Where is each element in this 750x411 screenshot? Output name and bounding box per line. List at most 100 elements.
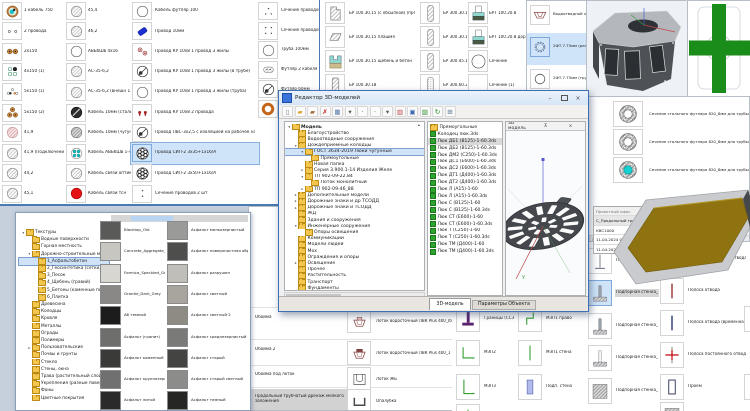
- close-icon[interactable]: ×: [558, 124, 583, 129]
- bullet-1-icon[interactable]: ·: [357, 106, 368, 117]
- chevron-right-icon[interactable]: ▸: [27, 346, 32, 350]
- file-list-item[interactable]: Люк СТ (Е600)-1-60.3ds: [428, 221, 503, 228]
- texture-thumb[interactable]: [100, 328, 121, 347]
- file-list-item[interactable]: Люк ТМ (Д400)-1-60: [428, 241, 503, 248]
- texture-thumb[interactable]: [100, 370, 121, 389]
- viewport-3d[interactable]: 3D модель ⊼ × y: [505, 121, 586, 296]
- lgr-icon[interactable]: [456, 340, 480, 366]
- texture-thumb[interactable]: [167, 264, 188, 283]
- tree-item[interactable]: 1_Асфальтобетон: [19, 258, 109, 265]
- tree-item[interactable]: Стекло: [19, 359, 109, 366]
- view-list-icon[interactable]: ▦: [332, 106, 343, 117]
- texture-thumb[interactable]: [167, 370, 188, 389]
- texture-thumb[interactable]: [100, 242, 121, 261]
- texture-thumb[interactable]: [167, 391, 188, 410]
- maximize-icon[interactable]: [557, 92, 571, 104]
- file-list-item[interactable]: Колодец люк.3ds: [428, 131, 503, 138]
- tree-item[interactable]: Водные поверхности: [19, 236, 109, 243]
- tree-item[interactable]: Стены, окна: [19, 366, 109, 373]
- tree-item[interactable]: ▾Дорожно-строительные материалы: [19, 251, 109, 258]
- tree-item[interactable]: Фундаменты: [285, 285, 425, 291]
- texture-thumb[interactable]: [100, 285, 121, 304]
- tree-item[interactable]: Почвы и грунты: [19, 351, 109, 358]
- file-list-item[interactable]: Люк Т (С250)-1-60: [428, 228, 503, 235]
- tree-item[interactable]: 6_Плитка: [19, 294, 109, 301]
- fit-view-icon[interactable]: ▣: [407, 106, 418, 117]
- open-folder-icon[interactable]: ▰: [295, 106, 306, 117]
- tree-item[interactable]: 3_Песок: [19, 272, 109, 279]
- minimize-icon[interactable]: –: [543, 92, 557, 104]
- tree-item[interactable]: 2_Геосинтетика (сетки, решетки): [19, 265, 109, 272]
- file-list-item[interactable]: Люк ДС2 (Е600)-1-60.3ds: [428, 165, 503, 172]
- chevron-down-icon[interactable]: ▾: [300, 150, 305, 154]
- rotate-icon[interactable]: ↻: [432, 106, 443, 117]
- file-list-item[interactable]: Люк СТ (Е600)-1-60: [428, 214, 503, 221]
- walldot-icon[interactable]: [588, 345, 612, 371]
- texture-thumb[interactable]: [167, 306, 188, 325]
- chevron-down-icon[interactable]: ▾: [21, 231, 26, 235]
- rectb-icon[interactable]: [518, 374, 542, 400]
- tab-object-params[interactable]: Параметры Объекта: [472, 300, 536, 311]
- texture-thumb[interactable]: [100, 264, 121, 283]
- file-list-item[interactable]: Люк ДМ2 (С250)-1-60.3ds: [428, 152, 503, 159]
- chevron-right-icon[interactable]: ▸: [300, 168, 305, 172]
- tree-item[interactable]: Укрепления (разные поверхности): [19, 380, 109, 387]
- hsq-icon[interactable]: [660, 402, 684, 411]
- pin-icon[interactable]: ⊼: [533, 124, 558, 129]
- vgreen-icon[interactable]: [456, 404, 480, 411]
- lgr2-icon[interactable]: [456, 374, 480, 400]
- tree-item[interactable]: Цветные покрытия: [19, 395, 109, 402]
- grid-icon[interactable]: ⊞: [445, 106, 456, 117]
- tree-item[interactable]: Колодцы: [19, 308, 109, 315]
- tree-item[interactable]: ▸Пользовательские: [19, 344, 109, 351]
- file-list-item[interactable]: Люк Т (С250)-1-60.3ds: [428, 234, 503, 241]
- gcut-icon[interactable]: [744, 306, 750, 332]
- columns-icon[interactable]: ▥: [395, 106, 406, 117]
- texture-thumb[interactable]: [167, 285, 188, 304]
- file-list-item[interactable]: Люк С (В125)-1-60.3ds: [428, 207, 503, 214]
- tree-item[interactable]: 4_Щебень (гравий): [19, 279, 109, 286]
- new-file-icon[interactable]: ▯: [282, 106, 293, 117]
- texture-thumb[interactable]: [167, 328, 188, 347]
- file-list-item[interactable]: Люк ДС1 (Е600)-1-60.3ds: [428, 159, 503, 166]
- tree-item[interactable]: ▾Текстуры: [19, 229, 109, 236]
- tree-item[interactable]: Древесина: [19, 301, 109, 308]
- dropdown-1-icon[interactable]: ▾: [345, 106, 356, 117]
- texture-thumb[interactable]: [167, 221, 188, 240]
- file-list-item[interactable]: Люк ТМ (Д400)-1-60.3ds: [428, 248, 503, 255]
- editor-titlebar[interactable]: Редактор 3D-моделей – ×: [279, 91, 588, 105]
- bullet-2-icon[interactable]: ·: [370, 106, 381, 117]
- tree-item[interactable]: Кровля: [19, 315, 109, 322]
- file-list-item[interactable]: Люк Л (А15)-1-60: [428, 186, 503, 193]
- tab-3d-model[interactable]: 3D-модель: [429, 298, 471, 310]
- hsq-icon[interactable]: [588, 378, 612, 404]
- tree-item[interactable]: 5_Бетоны (каменные поверхн): [19, 287, 109, 294]
- chevron-down-icon[interactable]: ▾: [300, 175, 305, 179]
- texture-thumb[interactable]: [100, 391, 121, 410]
- texture-thumb[interactable]: [100, 221, 121, 240]
- dropdown-2-icon[interactable]: ▾: [382, 106, 393, 117]
- tree-item[interactable]: Полимеры: [19, 337, 109, 344]
- file-list-item[interactable]: Люк ДБ1 (В125)-1-60.3ds: [428, 138, 503, 145]
- texture-thumb[interactable]: [167, 242, 188, 261]
- recto-icon[interactable]: [660, 374, 684, 400]
- file-list-item[interactable]: Люк С (В125)-1-60: [428, 200, 503, 207]
- tree-item[interactable]: Трава (растительный слой, газон): [19, 373, 109, 380]
- file-list-item[interactable]: Люк ДТ2 (Д400)-1-60.3ds: [428, 179, 503, 186]
- gcut-icon[interactable]: [744, 374, 750, 400]
- tree-item[interactable]: Ограды: [19, 330, 109, 337]
- texture-thumb[interactable]: [100, 306, 121, 325]
- file-list-item[interactable]: Люк ДБ2 (В125)-1-60.3ds: [428, 145, 503, 152]
- wallt-icon[interactable]: [588, 313, 612, 339]
- tree-item[interactable]: Металлы: [19, 323, 109, 330]
- texture-thumb[interactable]: [167, 349, 188, 368]
- chevron-right-icon[interactable]: ▸: [300, 187, 305, 191]
- crossr-icon[interactable]: [660, 342, 684, 368]
- chevron-down-icon[interactable]: ▾: [287, 125, 292, 129]
- vnavy-icon[interactable]: [660, 310, 684, 336]
- close-icon[interactable]: ×: [571, 92, 585, 104]
- file-list-item[interactable]: Люк Л (А15)-1-60.3ds: [428, 193, 503, 200]
- tree-item[interactable]: Фоны: [19, 387, 109, 394]
- delete-icon[interactable]: ✗: [320, 106, 331, 117]
- texture-thumb[interactable]: [100, 349, 121, 368]
